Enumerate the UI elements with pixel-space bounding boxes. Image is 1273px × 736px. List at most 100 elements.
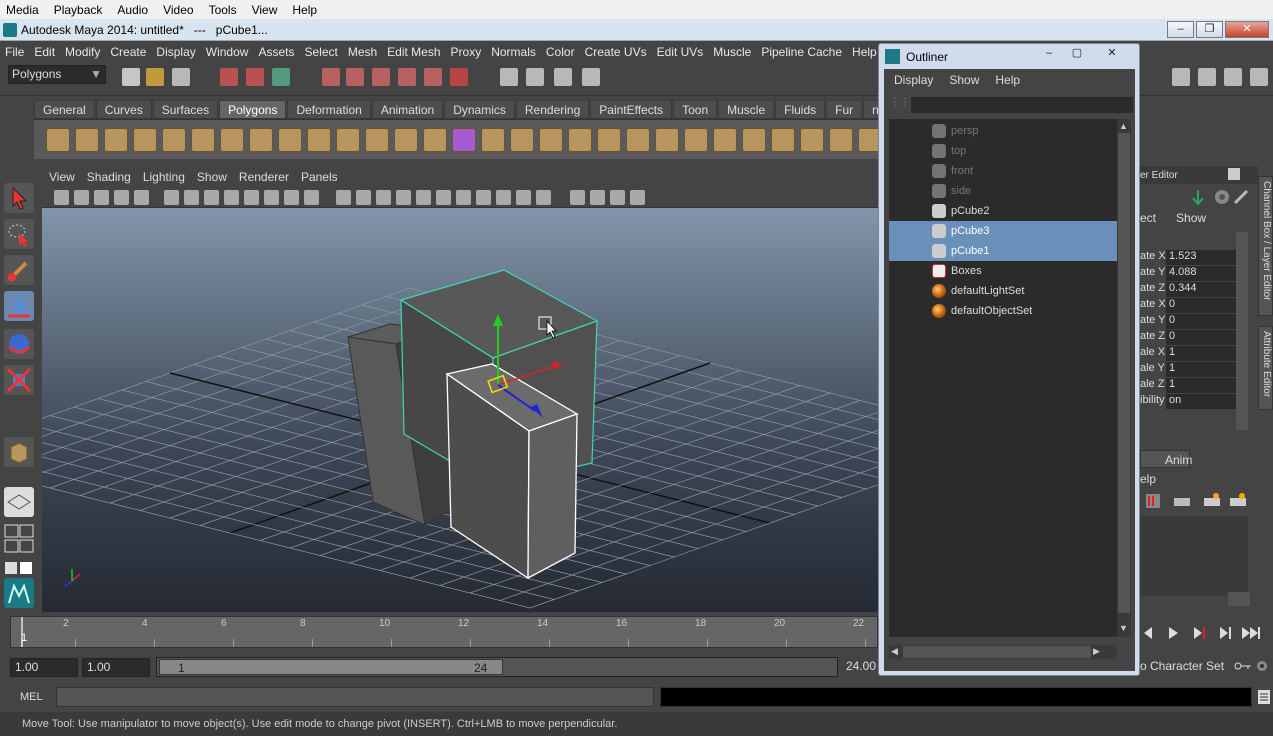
tab-channel-box-layer-editor[interactable]: Channel Box / Layer Editor bbox=[1258, 176, 1273, 316]
shelf-tab-toon[interactable]: Toon bbox=[673, 100, 718, 119]
screen-space-ao-icon[interactable] bbox=[476, 190, 491, 205]
menu-assets[interactable]: Assets bbox=[253, 45, 299, 59]
combine-icon[interactable] bbox=[365, 128, 389, 152]
time-slider[interactable]: 1 2 4 6 8 10 12 14 16 18 20 22 bbox=[10, 616, 878, 648]
new-layer-selected-icon[interactable] bbox=[1230, 493, 1246, 506]
render-view-icon[interactable] bbox=[500, 68, 518, 86]
select-tool-icon[interactable] bbox=[4, 183, 34, 213]
poly-cone-icon[interactable] bbox=[133, 128, 157, 152]
layer-editor-help-menu[interactable]: elp bbox=[1140, 472, 1156, 486]
menu-pipeline-cache[interactable]: Pipeline Cache bbox=[756, 45, 847, 59]
channel-box-menu-show[interactable]: Show bbox=[1176, 211, 1206, 225]
layout-presets-icon[interactable] bbox=[4, 523, 34, 555]
poly-sphere-icon[interactable] bbox=[46, 128, 70, 152]
outliner-filter-input[interactable] bbox=[911, 97, 1133, 113]
camera-attributes-icon[interactable] bbox=[74, 190, 89, 205]
shelf-tab-general[interactable]: General bbox=[34, 100, 95, 119]
extrude-icon[interactable] bbox=[684, 128, 708, 152]
single-pane-layout-icon[interactable] bbox=[4, 487, 34, 517]
grease-pencil-icon[interactable] bbox=[164, 190, 179, 205]
new-scene-icon[interactable] bbox=[122, 68, 140, 86]
outliner-layout-icon[interactable] bbox=[4, 561, 34, 575]
x-ray-icon[interactable] bbox=[590, 190, 605, 205]
menu-set-select[interactable]: Polygons ▼ bbox=[8, 65, 106, 84]
bookmarks-icon[interactable] bbox=[94, 190, 109, 205]
channel-box-scrollbar[interactable] bbox=[1236, 232, 1248, 430]
smooth-icon[interactable] bbox=[452, 128, 476, 152]
filter-options-icon[interactable]: ⋮⋮ bbox=[890, 97, 910, 113]
channel-row[interactable]: ate X 1.523 bbox=[1140, 250, 1250, 266]
snap-to-grid-icon[interactable] bbox=[322, 68, 340, 86]
command-language-toggle[interactable]: MEL bbox=[20, 691, 43, 703]
last-tool-cube-icon[interactable] bbox=[4, 437, 34, 467]
step-forward-icon[interactable] bbox=[1220, 627, 1231, 639]
mirror-icon[interactable] bbox=[510, 128, 534, 152]
start-time-field[interactable]: 1.00 bbox=[10, 658, 78, 677]
shelf-tab-painteffects[interactable]: PaintEffects bbox=[590, 100, 673, 119]
snap-to-curve-icon[interactable] bbox=[346, 68, 364, 86]
scroll-right-icon[interactable]: ▶ bbox=[1093, 646, 1100, 657]
menu-help[interactable]: Help bbox=[847, 45, 882, 59]
playback-start-field[interactable]: 1.00 bbox=[82, 658, 150, 677]
outliner-item-persp[interactable]: persp bbox=[889, 121, 1117, 141]
channel-row[interactable]: ale Z1 bbox=[1140, 378, 1250, 394]
menu-file[interactable]: File bbox=[0, 45, 29, 59]
channel-value[interactable]: 0 bbox=[1166, 330, 1236, 345]
range-slider[interactable]: 1 24 bbox=[156, 657, 838, 677]
show-hide-channel-box-icon[interactable] bbox=[1224, 68, 1242, 86]
command-input[interactable] bbox=[56, 687, 654, 707]
render-settings-icon[interactable] bbox=[582, 68, 600, 86]
wedge-icon[interactable] bbox=[771, 128, 795, 152]
outliner-item-defaultobjectset[interactable]: defaultObjectSet bbox=[889, 301, 1117, 321]
snap-to-view-plane-icon[interactable] bbox=[398, 68, 416, 86]
wireframe-icon[interactable] bbox=[336, 190, 351, 205]
channel-value[interactable]: 4.088 bbox=[1166, 266, 1236, 281]
select-camera-icon[interactable] bbox=[54, 190, 69, 205]
channel-value[interactable]: 0 bbox=[1166, 298, 1236, 313]
resolution-gate-icon[interactable] bbox=[224, 190, 239, 205]
character-set-label[interactable]: o Character Set bbox=[1140, 659, 1224, 673]
channel-value[interactable]: 0 bbox=[1166, 314, 1236, 329]
recorder-menu-media[interactable]: Media bbox=[0, 3, 48, 17]
textured-icon[interactable] bbox=[416, 190, 431, 205]
shelf-tab-fluids[interactable]: Fluids bbox=[775, 100, 826, 119]
channel-value[interactable]: 1 bbox=[1166, 378, 1236, 393]
channel-value[interactable]: on bbox=[1166, 394, 1236, 409]
layer-stack-icon[interactable] bbox=[1174, 498, 1190, 506]
extract-icon[interactable] bbox=[423, 128, 447, 152]
two-d-pan-zoom-icon[interactable] bbox=[134, 190, 149, 205]
channel-box-toggle-icon[interactable] bbox=[1192, 190, 1204, 206]
panel-menu-panels[interactable]: Panels bbox=[294, 170, 343, 187]
shelf-tab-deformation[interactable]: Deformation bbox=[287, 100, 371, 119]
outliner-item-top[interactable]: top bbox=[889, 141, 1117, 161]
channel-row[interactable]: ate Y 4.088 bbox=[1140, 266, 1250, 282]
menu-window[interactable]: Window bbox=[201, 45, 254, 59]
script-editor-icon[interactable] bbox=[1257, 689, 1271, 705]
select-by-component-icon[interactable] bbox=[272, 68, 290, 86]
tab-attribute-editor[interactable]: Attribute Editor bbox=[1258, 326, 1273, 410]
anim-prefs-icon[interactable] bbox=[1255, 659, 1267, 671]
shelf-tab-curves[interactable]: Curves bbox=[95, 100, 152, 119]
step-forward-key-icon[interactable] bbox=[1194, 627, 1205, 639]
motion-blur-icon[interactable] bbox=[496, 190, 511, 205]
recorder-menu-view[interactable]: View bbox=[246, 3, 287, 17]
outliner-menu-show[interactable]: Show bbox=[939, 69, 985, 89]
menu-mesh[interactable]: Mesh bbox=[343, 45, 382, 59]
poly-pyramid-icon[interactable] bbox=[249, 128, 273, 152]
boolean-icon[interactable] bbox=[481, 128, 505, 152]
channel-row[interactable]: ibility on bbox=[1140, 394, 1250, 410]
channel-value[interactable]: 1.523 bbox=[1166, 250, 1236, 265]
panel-menu-renderer[interactable]: Renderer bbox=[232, 170, 294, 187]
outliner-menu-help[interactable]: Help bbox=[985, 69, 1026, 89]
field-chart-icon[interactable] bbox=[264, 190, 279, 205]
open-scene-icon[interactable] bbox=[146, 68, 164, 86]
shelf-tab-surfaces[interactable]: Surfaces bbox=[152, 100, 219, 119]
x-ray-components-icon[interactable] bbox=[630, 190, 645, 205]
panel-menu-view[interactable]: View bbox=[42, 170, 80, 187]
x-ray-joints-icon[interactable] bbox=[610, 190, 625, 205]
play-forward-icon[interactable] bbox=[1169, 627, 1178, 639]
list-icon[interactable] bbox=[1250, 68, 1268, 86]
menu-modify[interactable]: Modify bbox=[60, 45, 105, 59]
outliner-maximize-button[interactable]: ▢ bbox=[1063, 45, 1091, 62]
smooth-shade-all-icon[interactable] bbox=[356, 190, 371, 205]
